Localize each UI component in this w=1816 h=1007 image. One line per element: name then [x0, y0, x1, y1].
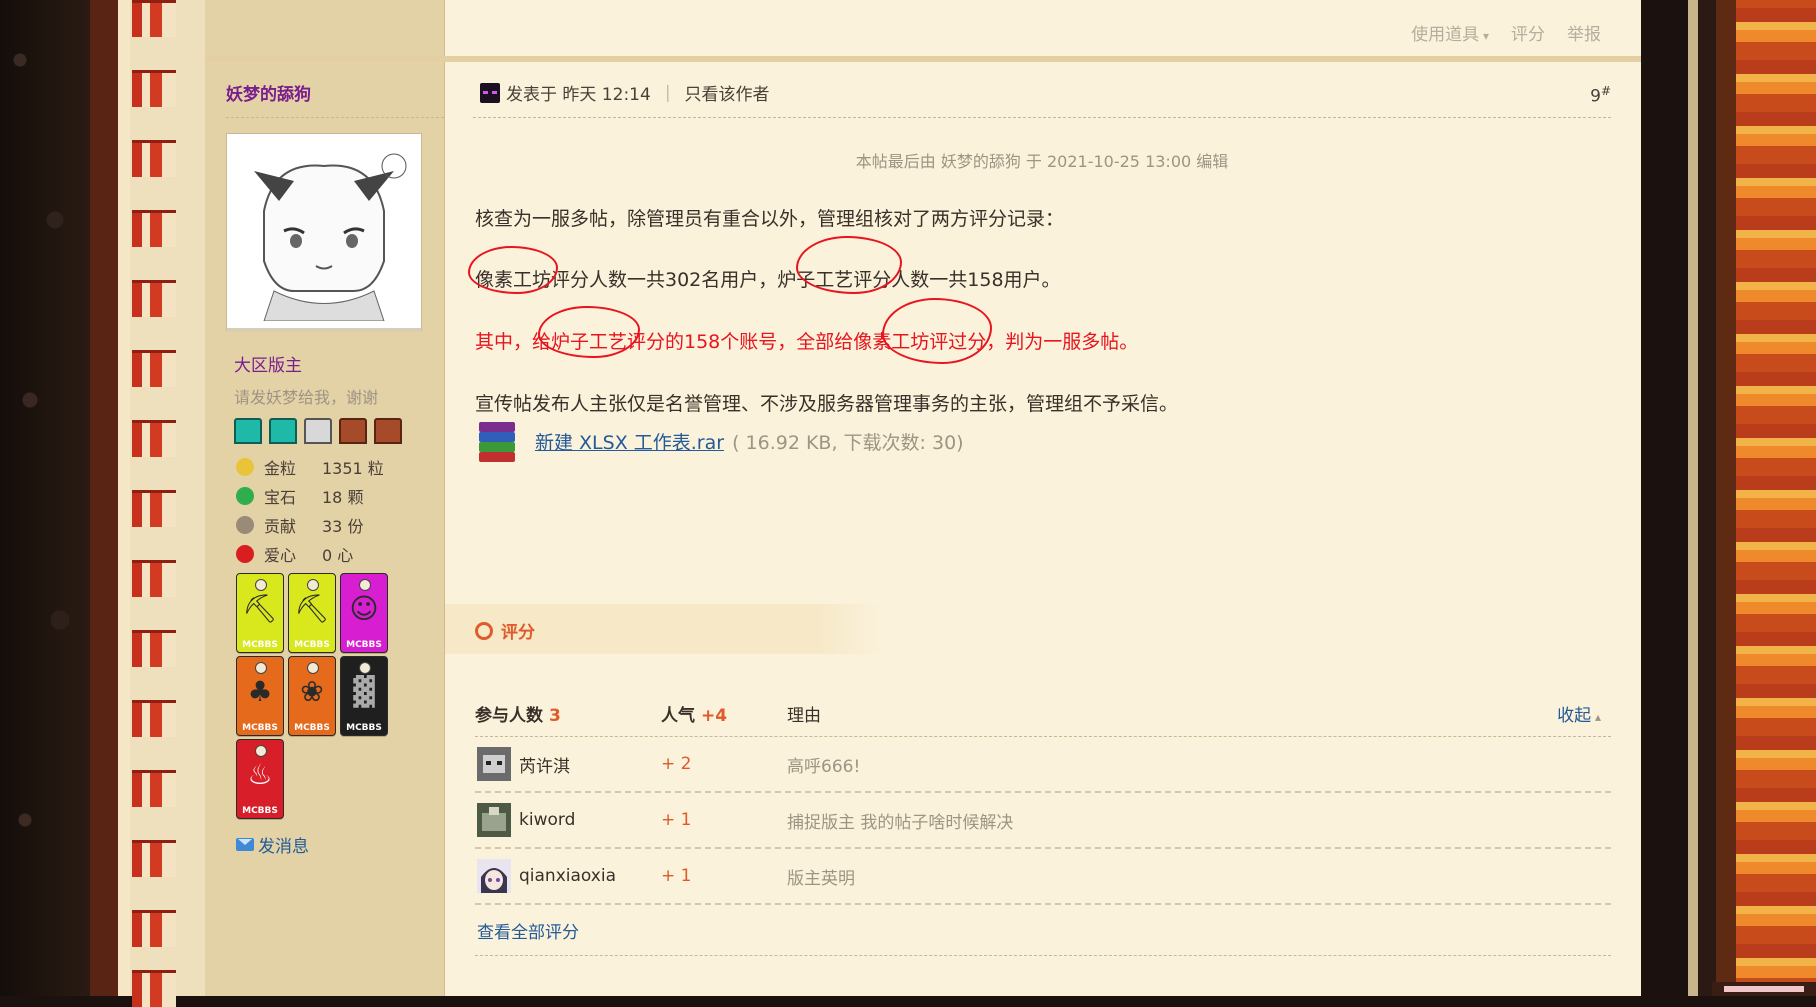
- use-tool-button[interactable]: 使用道具: [1411, 20, 1489, 45]
- sapling-icon: ♣: [247, 675, 273, 708]
- character-medal[interactable]: ☺ MCBBS: [340, 573, 388, 653]
- user-avatar[interactable]: [477, 859, 511, 893]
- annotation-circle: [538, 306, 640, 358]
- rating-score: + 2: [661, 754, 692, 774]
- leather-helmet-icon: [374, 418, 402, 444]
- attachment-link[interactable]: 新建 XLSX 工作表.rar: [535, 428, 724, 455]
- contribution-icon: [236, 515, 254, 534]
- gold-nugget-icon: [236, 457, 254, 476]
- floor-number[interactable]: 9#: [1590, 84, 1611, 107]
- stat-gem: 宝石 18 颗: [236, 481, 384, 510]
- stat-gold: 金粒 1351 粒: [236, 452, 384, 481]
- post-time: 发表于 昨天 12:14: [506, 85, 651, 105]
- leaves-medal[interactable]: ❀ MCBBS: [288, 656, 336, 736]
- ring-icon: [475, 621, 493, 640]
- rar-archive-icon: [475, 420, 519, 462]
- bottom-corner-decoration: [1712, 982, 1816, 996]
- send-message-link[interactable]: 发消息: [236, 832, 309, 857]
- annotation-circle: [468, 246, 558, 294]
- only-author-link[interactable]: 只看该作者: [685, 80, 770, 105]
- rater-name[interactable]: qianxiaoxia: [519, 866, 616, 886]
- left-brick-border: [90, 0, 205, 1007]
- rater-name[interactable]: kiword: [519, 810, 575, 830]
- stat-contribution: 贡献 33 份: [236, 510, 384, 539]
- rating-table: 参与人数3 人气+4 理由 收起 芮许淇 + 2 高呼666! kiword +…: [475, 690, 1611, 956]
- pickaxe-icon: ⛏: [242, 592, 278, 625]
- sidebar-divider: [226, 117, 444, 118]
- pickaxe-icon: ⛏: [294, 592, 330, 625]
- rater-name[interactable]: 芮许淇: [519, 752, 570, 777]
- previous-post-footer: 使用道具 评分 举报: [205, 0, 1641, 58]
- post-meta: 发表于 昨天 12:14 | 只看该作者: [480, 80, 770, 105]
- rating-title: 评分: [475, 618, 535, 643]
- diamond-helmet-icon: [234, 418, 262, 444]
- post-line-1: 核查为一服多帖，除管理员有重合以外，管理组核对了两方评分记录：: [475, 208, 1065, 230]
- java-cup-icon: ♨: [247, 758, 273, 791]
- iron-helmet-icon: [304, 418, 332, 444]
- view-all-ratings-link[interactable]: 查看全部评分: [477, 918, 579, 943]
- meta-separator: |: [664, 82, 671, 103]
- author-stats: 金粒 1351 粒 宝石 18 颗 贡献 33 份 爱心 0 心: [236, 452, 384, 568]
- lava-decoration: [1736, 0, 1816, 996]
- leather-helmet-icon: [339, 418, 367, 444]
- stat-heart: 爱心 0 心: [236, 539, 384, 568]
- post-line-2: 像素工坊评分人数一共302名用户，炉子工艺评分人数一共158用户。: [475, 269, 1061, 291]
- annotation-circle: [882, 298, 992, 364]
- diamond-helmet-icon: [269, 418, 297, 444]
- rating-reason: 版主英明: [787, 868, 855, 889]
- rating-row: kiword + 1 捕捉版主 我的帖子啥时候解决: [475, 793, 1611, 849]
- pickaxe-medal[interactable]: ⛏ MCBBS: [288, 573, 336, 653]
- left-background: [0, 0, 90, 996]
- user-avatar[interactable]: [477, 803, 511, 837]
- stone-medal[interactable]: ▓ MCBBS: [340, 656, 388, 736]
- author-motto: 请发妖梦给我，谢谢: [234, 388, 379, 407]
- ender-face-icon: [480, 82, 500, 103]
- rating-score: + 1: [661, 866, 692, 886]
- report-button[interactable]: 举报: [1567, 20, 1601, 45]
- envelope-icon: [236, 838, 254, 851]
- ore-icon: ▓: [353, 675, 375, 708]
- author-rank[interactable]: 大区版主: [234, 351, 302, 376]
- author-name[interactable]: 妖梦的舔狗: [226, 80, 311, 105]
- leaves-icon: ❀: [300, 675, 324, 708]
- rating-row: 芮许淇 + 2 高呼666!: [475, 737, 1611, 793]
- avatar-illustration-icon: [254, 153, 407, 321]
- rating-table-header: 参与人数 3 人气 +4 理由 收起: [475, 690, 1611, 737]
- post-divider: [205, 56, 1641, 62]
- java-medal[interactable]: ♨ MCBBS: [236, 739, 284, 819]
- rating-footer: 查看全部评分: [475, 905, 1611, 956]
- rate-button[interactable]: 评分: [1511, 20, 1545, 45]
- attachment-info: ( 16.92 KB, 下载次数: 30): [732, 431, 964, 454]
- rank-level-icons: [234, 418, 402, 444]
- pickaxe-medal[interactable]: ⛏ MCBBS: [236, 573, 284, 653]
- plant-medal[interactable]: ♣ MCBBS: [236, 656, 284, 736]
- apple-icon: [236, 544, 254, 563]
- rating-row: qianxiaoxia + 1 版主英明: [475, 849, 1611, 905]
- rating-score: + 1: [661, 810, 692, 830]
- post-actions: 使用道具 评分 举报: [1411, 20, 1601, 45]
- rating-reason: 捕捉版主 我的帖子啥时候解决: [787, 812, 1014, 833]
- character-icon: ☺: [349, 592, 379, 625]
- attachment: 新建 XLSX 工作表.rar ( 16.92 KB, 下载次数: 30): [475, 420, 964, 462]
- edited-note: 本帖最后由 妖梦的舔狗 于 2021-10-25 13:00 编辑: [855, 152, 1229, 171]
- post-line-4: 宣传帖发布人主张仅是名誉管理、不涉及服务器管理事务的主张，管理组不予采信。: [475, 393, 1179, 415]
- collapse-button[interactable]: 收起: [1557, 701, 1601, 726]
- user-avatar[interactable]: [477, 747, 511, 781]
- author-avatar[interactable]: [226, 133, 422, 332]
- annotation-circle: [796, 236, 902, 294]
- meta-divider: [473, 117, 1611, 118]
- rating-reason: 高呼666!: [787, 756, 861, 777]
- emerald-icon: [236, 486, 254, 505]
